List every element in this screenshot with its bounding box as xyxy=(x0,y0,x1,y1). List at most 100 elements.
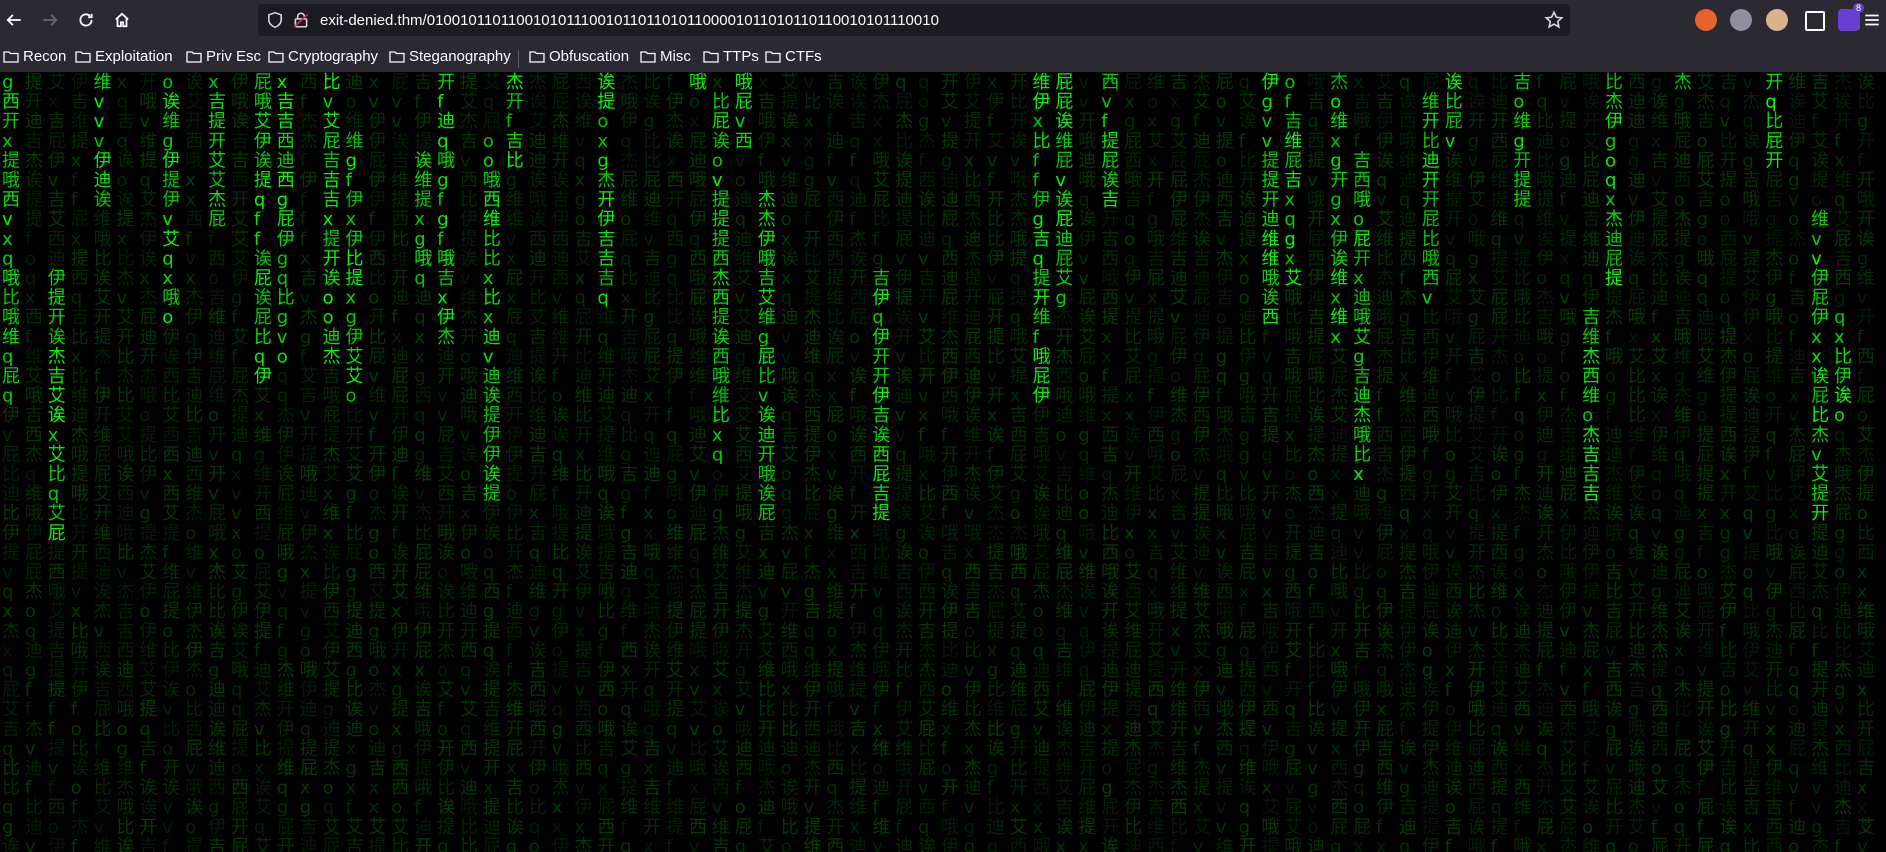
matrix-glyph: q xyxy=(231,699,242,720)
matrix-glyph: 杰 xyxy=(48,346,66,367)
matrix-glyph: 提 xyxy=(1536,621,1554,642)
bookmark-ctfs[interactable]: CTFs xyxy=(765,46,822,66)
matrix-glyph: x xyxy=(48,92,59,113)
matrix-glyph: o xyxy=(1674,660,1685,681)
matrix-glyph: 诶 xyxy=(849,248,867,269)
matrix-glyph: x xyxy=(1033,817,1044,838)
trash-icon[interactable] xyxy=(1805,11,1825,31)
matrix-glyph: f xyxy=(1857,366,1864,387)
matrix-glyph: 哦 xyxy=(1399,131,1417,152)
matrix-glyph: 伊 xyxy=(941,366,959,387)
matrix-glyph: 西 xyxy=(185,719,203,740)
matrix-glyph: 伊 xyxy=(71,680,89,701)
matrix-glyph: 西 xyxy=(552,229,570,250)
matrix-glyph: x xyxy=(162,268,173,289)
insecure-lock-icon[interactable] xyxy=(292,11,310,29)
matrix-glyph: 西 xyxy=(460,738,478,759)
extension-shield-icon[interactable]: 8 xyxy=(1838,3,1864,31)
matrix-glyph: x xyxy=(1170,621,1181,642)
matrix-glyph: 维 xyxy=(1124,621,1142,642)
matrix-glyph: 西 xyxy=(1147,680,1165,701)
matrix-glyph: 屁 xyxy=(1330,366,1348,387)
bookmark-misc[interactable]: Misc xyxy=(640,46,691,66)
matrix-glyph: 吉 xyxy=(1216,209,1234,230)
forward-arrow-icon[interactable] xyxy=(36,6,64,34)
matrix-glyph: g xyxy=(689,542,700,563)
bookmark-ttps[interactable]: TTPs xyxy=(703,46,759,66)
matrix-glyph: 哦 xyxy=(1834,464,1852,485)
firefox-relay-icon[interactable] xyxy=(1695,9,1717,31)
matrix-glyph: 开 xyxy=(1284,523,1302,544)
matrix-glyph: 迪 xyxy=(1559,170,1577,191)
bookmark-steganography[interactable]: Steganography xyxy=(389,46,511,66)
matrix-glyph: 维 xyxy=(597,444,615,465)
matrix-glyph: o xyxy=(918,92,929,113)
matrix-glyph: 屁 xyxy=(1536,640,1554,661)
matrix-glyph: 西 xyxy=(1399,111,1417,132)
matrix-glyph: 开 xyxy=(1468,111,1486,132)
matrix-glyph: 艾 xyxy=(1078,327,1096,348)
matrix-glyph: 伊 xyxy=(872,386,890,407)
matrix-glyph: x xyxy=(323,209,334,230)
avatar-icon[interactable] xyxy=(1766,9,1788,31)
menu-icon[interactable] xyxy=(1858,6,1886,34)
matrix-glyph: v xyxy=(1559,92,1570,113)
matrix-glyph: 迪 xyxy=(323,719,341,740)
matrix-glyph: g xyxy=(1170,111,1181,132)
matrix-glyph: 杰 xyxy=(1582,621,1600,642)
matrix-glyph: o xyxy=(1765,386,1776,407)
matrix-glyph: 提 xyxy=(1330,719,1348,740)
matrix-glyph: 伊 xyxy=(254,366,272,387)
matrix-glyph: f xyxy=(689,386,696,407)
matrix-glyph: 屁 xyxy=(1605,621,1623,642)
url-bar[interactable]: exit-denied.thm/010010110110010101110010… xyxy=(258,4,1570,36)
matrix-glyph: 比 xyxy=(2,758,20,779)
matrix-glyph: 开 xyxy=(529,738,547,759)
matrix-glyph: v xyxy=(781,346,792,367)
matrix-glyph: 杰 xyxy=(735,582,753,603)
url-text[interactable]: exit-denied.thm/010010110110010101110010… xyxy=(320,12,939,29)
matrix-glyph: v xyxy=(1742,680,1753,701)
bookmark-recon[interactable]: Recon xyxy=(3,46,66,66)
matrix-glyph: q xyxy=(1055,523,1066,544)
home-icon[interactable] xyxy=(108,6,136,34)
matrix-glyph: 哦 xyxy=(208,523,226,544)
reload-icon[interactable] xyxy=(72,6,100,34)
matrix-glyph: 哦 xyxy=(48,582,66,603)
matrix-glyph: o xyxy=(941,680,952,701)
matrix-glyph: f xyxy=(414,797,421,818)
matrix-glyph: 迪 xyxy=(277,150,295,171)
bookmark-priv-esc[interactable]: Priv Esc xyxy=(186,46,261,66)
matrix-glyph: 开 xyxy=(368,307,386,328)
matrix-glyph: 艾 xyxy=(1170,288,1188,309)
bookmark-star-icon[interactable] xyxy=(1544,10,1564,30)
bookmark-obfuscation[interactable]: Obfuscation xyxy=(529,46,629,66)
bookmark-cryptography[interactable]: Cryptography xyxy=(268,46,378,66)
matrix-glyph: 艾 xyxy=(323,464,341,485)
gear-cookie-icon[interactable] xyxy=(1730,9,1752,31)
back-arrow-icon[interactable] xyxy=(0,6,28,34)
matrix-glyph: 诶 xyxy=(1445,562,1463,583)
matrix-glyph: x xyxy=(231,464,242,485)
matrix-glyph: v xyxy=(1216,111,1227,132)
matrix-glyph: 比 xyxy=(483,248,501,269)
tracking-shield-icon[interactable] xyxy=(266,11,284,29)
matrix-glyph: 西 xyxy=(1834,268,1852,289)
matrix-glyph: f xyxy=(1353,131,1360,152)
matrix-glyph: 屁 xyxy=(1055,248,1073,269)
matrix-glyph: f xyxy=(895,680,902,701)
matrix-glyph: g xyxy=(1055,621,1066,642)
matrix-glyph: 迪 xyxy=(575,503,593,524)
matrix-glyph: x xyxy=(1101,405,1112,426)
folder-icon xyxy=(529,50,545,63)
matrix-glyph: 屁 xyxy=(987,288,1005,309)
matrix-glyph: 提 xyxy=(1422,719,1440,740)
bookmark-exploitation[interactable]: Exploitation xyxy=(75,46,173,66)
matrix-glyph: 杰 xyxy=(918,131,936,152)
matrix-glyph: o xyxy=(1124,229,1135,250)
matrix-glyph: 诶 xyxy=(1445,778,1463,799)
matrix-glyph: q xyxy=(666,209,677,230)
matrix-glyph: v xyxy=(1262,523,1273,544)
matrix-glyph: 比 xyxy=(1491,621,1509,642)
matrix-glyph: 比 xyxy=(162,640,180,661)
